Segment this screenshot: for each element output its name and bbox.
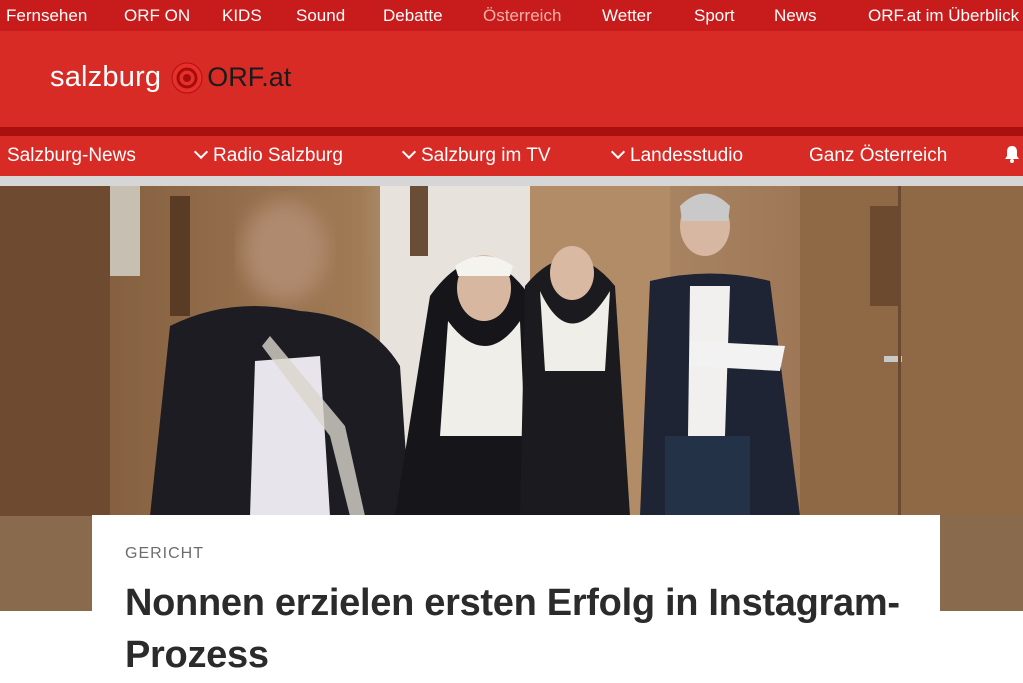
chevron-down-icon bbox=[401, 144, 417, 160]
secnav-item-radio-salzburg[interactable]: Radio Salzburg bbox=[193, 144, 343, 167]
topnav-item-orf-on[interactable]: ORF ON bbox=[124, 6, 190, 26]
secnav-item-salzburg-im-tv[interactable]: Salzburg im TV bbox=[401, 144, 551, 167]
secnav-item-ganz-oesterreich[interactable]: Ganz Österreich bbox=[809, 145, 947, 167]
bell-icon[interactable] bbox=[1005, 145, 1019, 163]
topnav-item-overview[interactable]: ORF.at im Überblick bbox=[868, 6, 1019, 26]
region-name: salzburg bbox=[50, 61, 162, 93]
article-headline[interactable]: Nonnen erzielen ersten Erfolg in Instagr… bbox=[125, 577, 915, 681]
nav-separator bbox=[0, 176, 1023, 186]
site-logo[interactable]: salzburg ORF.at bbox=[50, 61, 291, 94]
section-nav: Salzburg-News Radio Salzburg Salzburg im… bbox=[0, 136, 1023, 176]
topnav-item-wetter[interactable]: Wetter bbox=[602, 6, 652, 26]
topnav-item-debatte[interactable]: Debatte bbox=[383, 6, 443, 26]
chevron-down-icon bbox=[610, 144, 626, 160]
secnav-item-landesstudio[interactable]: Landesstudio bbox=[610, 144, 743, 167]
orf-eye-icon bbox=[171, 62, 203, 94]
topnav-item-oesterreich[interactable]: Österreich bbox=[483, 6, 561, 26]
secnav-item-salzburg-news[interactable]: Salzburg-News bbox=[7, 145, 136, 167]
chevron-down-icon bbox=[193, 144, 209, 160]
topnav-item-news[interactable]: News bbox=[774, 6, 817, 26]
topnav-item-sound[interactable]: Sound bbox=[296, 6, 345, 26]
topnav-item-kids[interactable]: KIDS bbox=[222, 6, 262, 26]
topnav-item-fernsehen[interactable]: Fernsehen bbox=[6, 6, 87, 26]
header-divider bbox=[0, 127, 1023, 136]
orf-network-nav: Fernsehen ORF ON KIDS Sound Debatte Öste… bbox=[0, 0, 1023, 31]
article-category: GERICHT bbox=[125, 545, 204, 562]
site-header: salzburg ORF.at bbox=[0, 31, 1023, 127]
topnav-item-sport[interactable]: Sport bbox=[694, 6, 735, 26]
orf-wordmark: ORF.at bbox=[207, 62, 292, 92]
article-card[interactable]: GERICHT Nonnen erzielen ersten Erfolg in… bbox=[92, 515, 940, 683]
